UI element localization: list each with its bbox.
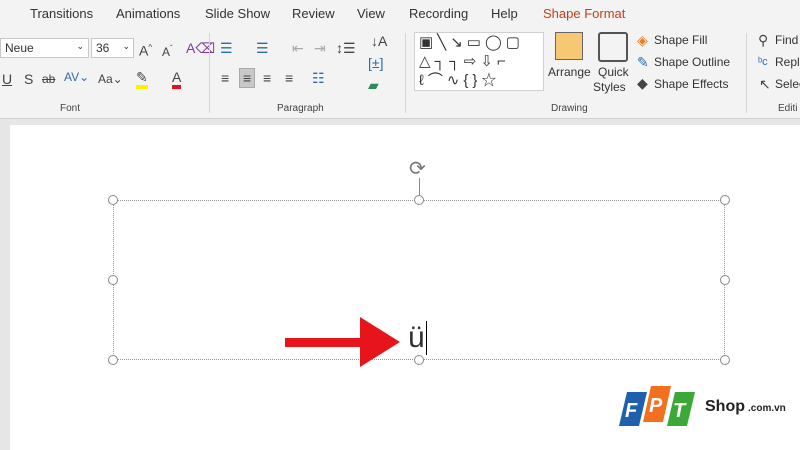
tab-transitions[interactable]: Transitions: [30, 6, 93, 21]
logo-shop-text: Shop: [705, 398, 745, 415]
tab-slide-show[interactable]: Slide Show: [205, 6, 270, 21]
align-center-icon[interactable]: ≡: [239, 68, 256, 88]
decrease-font-icon[interactable]: Aˇ: [162, 41, 173, 60]
rotate-handle-icon[interactable]: ⟳: [409, 156, 426, 181]
svg-text:F: F: [625, 400, 638, 422]
align-right-icon[interactable]: ≡: [263, 70, 271, 86]
justify-icon[interactable]: ≡: [285, 70, 293, 86]
select-button[interactable]: Selec: [775, 77, 800, 91]
highlight-icon[interactable]: ✎: [136, 69, 148, 89]
change-case-icon[interactable]: Aa⌄: [98, 71, 123, 87]
svg-text:T: T: [673, 400, 687, 422]
clear-formatting-icon[interactable]: A⌫: [186, 40, 215, 56]
resize-handle[interactable]: [414, 195, 424, 205]
text-direction-icon[interactable]: ↓A: [371, 33, 387, 49]
replace-button[interactable]: Repla: [775, 55, 800, 69]
red-arrow-icon: [285, 317, 400, 367]
fpt-shop-logo: F P T Shop .com.vn: [617, 384, 786, 433]
shape-outline-button[interactable]: Shape Outline: [654, 55, 730, 69]
align-text-icon[interactable]: [±]: [368, 55, 383, 71]
resize-handle[interactable]: [108, 195, 118, 205]
resize-handle[interactable]: [720, 195, 730, 205]
quick-styles-icon[interactable]: [598, 32, 628, 62]
character-spacing-icon[interactable]: AV⌄: [64, 69, 89, 85]
tab-shape-format[interactable]: Shape Format: [543, 6, 625, 21]
increase-indent-icon[interactable]: ⇥: [314, 40, 326, 56]
columns-icon[interactable]: ☷: [312, 70, 325, 86]
tab-review[interactable]: Review: [292, 6, 335, 21]
shape-outline-icon: ✎: [637, 54, 649, 70]
increase-font-icon[interactable]: A^: [139, 40, 152, 59]
quick-styles-label[interactable]: Quick: [598, 65, 629, 79]
decrease-indent-icon[interactable]: ⇤: [292, 40, 304, 56]
numbering-icon[interactable]: ☰: [256, 40, 269, 56]
paragraph-group-label: Paragraph: [277, 103, 324, 114]
resize-handle[interactable]: [108, 275, 118, 285]
shape-effects-icon: ◆: [637, 75, 648, 91]
find-button[interactable]: Find: [775, 33, 798, 47]
tab-recording[interactable]: Recording: [409, 6, 468, 21]
arrange-button[interactable]: Arrange: [548, 65, 591, 79]
font-color-icon[interactable]: A: [172, 69, 182, 89]
shadow-icon[interactable]: S: [24, 71, 33, 87]
strikethrough-icon[interactable]: ab: [42, 71, 55, 87]
shape-effects-button[interactable]: Shape Effects: [654, 77, 729, 91]
resize-handle[interactable]: [720, 275, 730, 285]
bullets-icon[interactable]: ☰: [220, 40, 233, 56]
shape-fill-button[interactable]: Shape Fill: [654, 33, 707, 47]
drawing-group-label: Drawing: [551, 103, 588, 114]
ribbon-tabs: Transitions Animations Slide Show Review…: [0, 0, 800, 27]
smartart-icon[interactable]: ▰: [368, 77, 379, 93]
tab-help[interactable]: Help: [491, 6, 518, 21]
tab-view[interactable]: View: [357, 6, 385, 21]
font-name-value: Neue: [5, 41, 34, 55]
svg-text:P: P: [649, 395, 663, 417]
ribbon: Neue ⌄ 36 ⌄ A^ Aˇ A⌫ U S ab AV⌄ Aa⌄ ✎ A Fo…: [0, 27, 800, 119]
align-left-icon[interactable]: ≡: [221, 70, 229, 86]
underline-icon[interactable]: U: [2, 71, 12, 87]
editing-group-label: Editi: [778, 103, 798, 114]
shapes-gallery[interactable]: ▣╲↘▭◯▢ △┐┐⇨⇩⌐ ℓ⌒∿{}☆: [414, 32, 544, 91]
text-box-content[interactable]: ü: [408, 321, 427, 355]
resize-handle[interactable]: [414, 355, 424, 365]
font-name-select[interactable]: Neue ⌄: [0, 38, 89, 58]
logo-domain-text: .com.vn: [748, 403, 786, 414]
arrange-icon[interactable]: [555, 32, 583, 60]
shape-fill-icon: ◈: [637, 32, 648, 48]
resize-handle[interactable]: [108, 355, 118, 365]
line-spacing-icon[interactable]: ↕☰: [336, 40, 356, 56]
resize-handle[interactable]: [720, 355, 730, 365]
quick-styles-label-2[interactable]: Styles: [593, 80, 626, 94]
font-size-select[interactable]: 36 ⌄: [91, 38, 134, 58]
tab-animations[interactable]: Animations: [116, 6, 180, 21]
select-cursor-icon: ↖: [759, 76, 771, 92]
search-icon: ⚲: [758, 32, 769, 48]
text-box[interactable]: ü: [113, 200, 725, 360]
font-size-value: 36: [96, 41, 110, 55]
font-group-label: Font: [60, 103, 81, 114]
replace-icon: ᵇc: [758, 56, 768, 68]
